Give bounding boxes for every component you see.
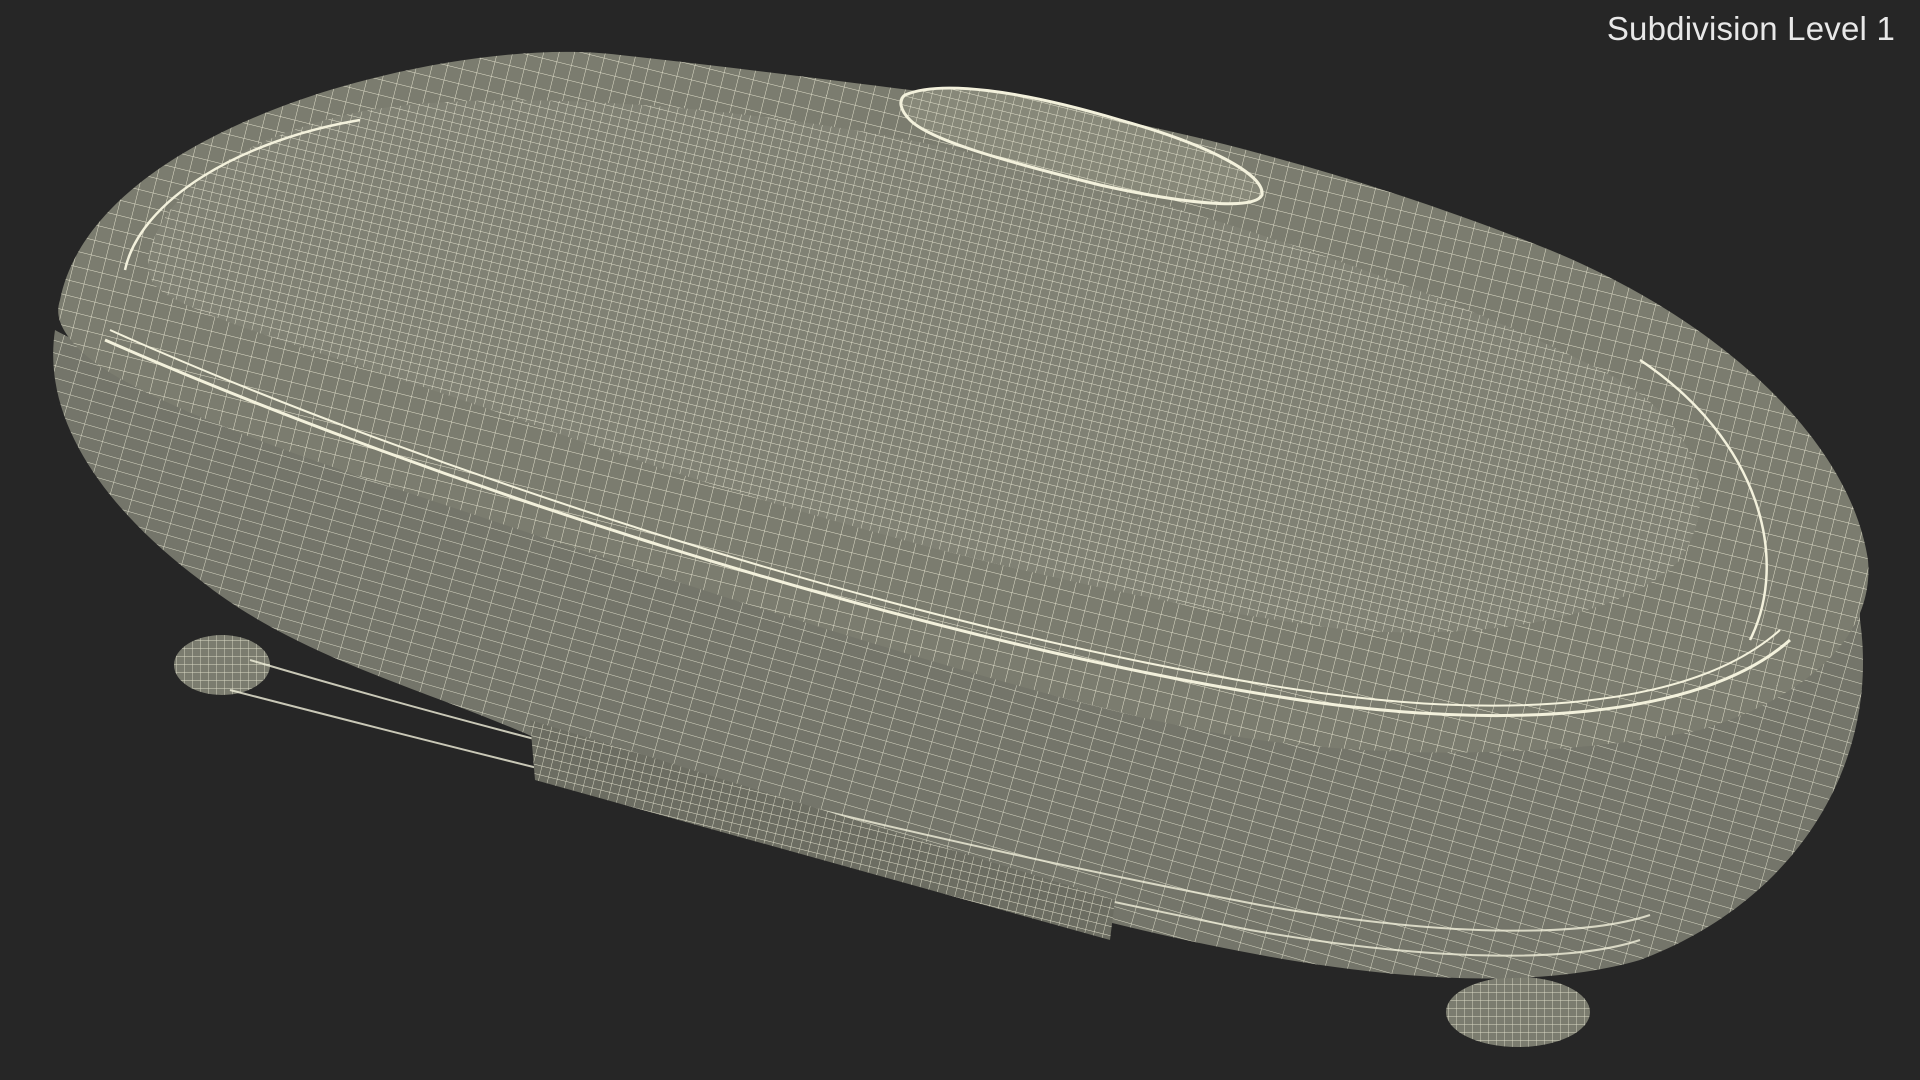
wireframe-render: [53, 51, 1869, 1047]
render-viewport: Subdivision Level 1: [0, 0, 1920, 1080]
foot-left: [174, 635, 270, 695]
subdivision-level-label: Subdivision Level 1: [1606, 10, 1895, 47]
foot-right: [1446, 977, 1590, 1047]
